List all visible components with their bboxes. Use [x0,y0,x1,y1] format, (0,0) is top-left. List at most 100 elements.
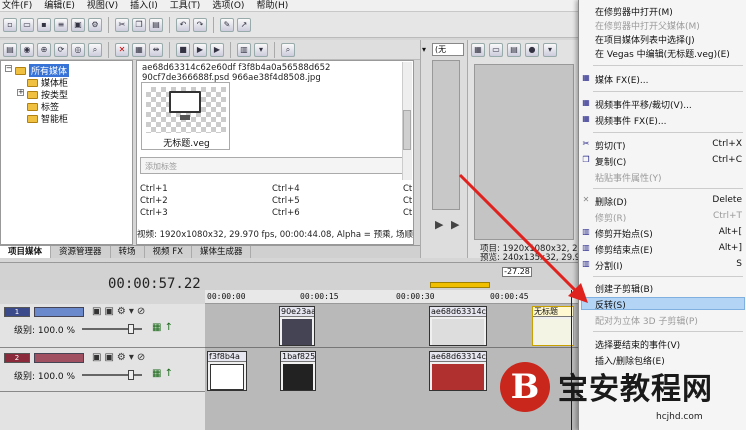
toolbar-divider [108,41,109,58]
auto-preview-icon[interactable]: ▶ [210,42,224,57]
track-level-label: 级别: 100.0 % [14,326,76,336]
dropdown-arrow-icon[interactable]: ▾ [422,45,426,54]
track-controls-icon[interactable]: ▣▣⚙▾⊘ [92,352,148,363]
views-icon[interactable]: ▥ [237,42,251,57]
media-scrollbar-thumb[interactable] [403,110,411,150]
menu-item-trim-start[interactable]: 修剪开始点(S) [595,227,653,240]
track-header-2[interactable]: 2 ▣▣⚙▾⊘ 级别: 100.0 % ▦ ↑ [0,348,205,392]
compositing-icon[interactable]: ▦ ↑ [152,368,173,379]
track-level-slider-thumb[interactable] [128,324,134,334]
menu-help[interactable]: 帮助(H) [256,0,288,12]
track-header-1[interactable]: 1 ▣▣⚙▾⊘ 级别: 100.0 % ▦ ↑ [0,304,205,348]
annotation-arrow [458,173,588,303]
refresh-icon[interactable]: ⟳ [54,42,68,57]
settings-icon[interactable]: ⚙ [88,17,102,32]
play-icon[interactable]: ▶ [193,42,207,57]
envelope-tool-icon[interactable]: ↗ [237,17,251,32]
monitor-stand [180,115,190,120]
menu-item-pair-stereo-3d: 配对为立体 3D 子剪辑(P) [595,317,698,327]
compositing-icon[interactable]: ▦ ↑ [152,322,173,333]
plugins-icon[interactable]: ⇹ [149,42,163,57]
toolbar-divider [230,41,231,58]
menu-item-event-fx[interactable]: 视频事件 FX(E)... [595,114,667,127]
folder-icon [27,102,38,111]
split-screen-icon[interactable]: ▾ [543,43,557,57]
tab-video-fx[interactable]: 视频 FX [145,246,192,258]
menu-item-select-events-to-end[interactable]: 选择要结束的事件(V) [595,338,680,351]
views-dropdown-icon[interactable]: ▾ [254,42,268,57]
shortcut-6: Ctrl+6 [272,208,300,218]
menu-item-create-subclip[interactable]: 创建子剪辑(B) [595,282,653,295]
tab-project-media[interactable]: 项目媒体 [0,246,52,258]
menu-item-media-fx[interactable]: 媒体 FX(E)... [595,73,649,86]
menu-item-select-in-project-media[interactable]: 在项目媒体列表中选择(J) [595,33,695,46]
video-clip[interactable]: 1baf825 [280,351,316,391]
media-filename-row[interactable]: ae68d63314c62e60df f3f8b4a0a56588d652 [142,63,330,73]
save-icon[interactable]: ▪ [37,17,51,32]
video-clip[interactable]: f3f8b4a [207,351,247,391]
menu-tools[interactable]: 工具(T) [170,0,201,12]
properties-icon[interactable]: ≡ [54,17,68,32]
shortcut-8: Ct [403,196,413,206]
capture-icon[interactable]: ◉ [20,42,34,57]
copy-icon[interactable]: ❐ [132,17,146,32]
collapse-icon[interactable]: − [5,65,12,72]
expand-icon[interactable]: + [17,89,24,96]
tree-item-smart-bins[interactable]: 智能柜 [27,112,68,125]
menu-view[interactable]: 视图(V) [87,0,118,12]
menu-edit[interactable]: 编辑(E) [44,0,75,12]
stop-icon[interactable]: ■ [176,42,190,57]
menu-file[interactable]: 文件(F) [2,0,32,12]
video-clip[interactable]: 90e23aa [279,306,315,346]
track-name-field[interactable] [34,307,84,317]
media-properties-icon[interactable]: ▦ [132,42,146,57]
search-icon[interactable]: ⌕ [88,42,102,57]
shortcut-7: Ct [403,184,413,194]
menu-insert[interactable]: 插入(I) [130,0,158,12]
redo-icon[interactable]: ↷ [193,17,207,32]
menu-item-trim-end[interactable]: 修剪结束点(E) [595,243,653,256]
menu-divider [593,65,743,66]
cut-icon[interactable]: ✂ [115,17,129,32]
tab-explorer[interactable]: 资源管理器 [51,246,111,258]
menu-item-edit-in-vegas[interactable]: 在 Vegas 中编辑(无标题.veg)(E) [595,47,730,60]
clip-thumbnail [432,364,484,390]
trimmer-dropdown[interactable]: (无 [432,43,464,56]
tag-input[interactable]: 添加标签 [140,157,410,174]
render-icon[interactable]: ▣ [71,17,85,32]
menu-options[interactable]: 选项(O) [212,0,244,12]
open-icon[interactable]: ▭ [20,17,34,32]
menu-item-cut[interactable]: 剪切(T) [595,139,626,152]
menu-item-open-parent-in-trimmer: 在修剪器中打开父媒体(M) [595,22,700,32]
menu-item-pan-crop[interactable]: 视频事件平移/裁切(V)... [595,98,692,111]
media-thumbnail[interactable]: 无标题.veg [141,82,230,150]
watermark-text: 宝安教程网 [558,372,713,407]
web-icon[interactable]: ◎ [71,42,85,57]
track-controls-icon[interactable]: ▣▣⚙▾⊘ [92,306,148,317]
new-icon[interactable]: ▫ [3,17,17,32]
remove-icon[interactable]: ✕ [115,42,129,57]
menu-item-open-in-trimmer[interactable]: 在修剪器中打开(M) [595,5,673,18]
folder-icon [15,66,26,75]
get-media-icon[interactable]: ⊕ [37,42,51,57]
edit-tool-icon[interactable]: ✎ [220,17,234,32]
tab-transitions[interactable]: 转场 [111,246,145,258]
undo-icon[interactable]: ↶ [176,17,190,32]
menu-item-paste-event-attributes: 粘贴事件属性(Y) [595,174,662,184]
shortcut-cut: Ctrl+X [712,139,742,149]
folder-icon [27,114,38,123]
video-clip[interactable]: ae68d63314c [429,351,487,391]
folder-icon [27,78,38,87]
track-name-field[interactable] [34,353,84,363]
clip-thumbnail [210,364,244,390]
tab-media-generators[interactable]: 媒体生成器 [192,246,252,258]
ruler-label: 00:00:15 [300,292,339,301]
zoom-icon[interactable]: ⌕ [281,42,295,57]
preview-quality-icon[interactable]: ▤ [507,43,521,57]
import-media-icon[interactable]: ▤ [3,42,17,57]
paste-icon[interactable]: ▤ [149,17,163,32]
preview-monitor-icon[interactable]: ▭ [489,43,503,57]
track-level-slider-thumb[interactable] [128,370,134,380]
overlay-icon[interactable]: ● [525,43,539,57]
project-properties-icon[interactable]: ▦ [471,43,485,57]
